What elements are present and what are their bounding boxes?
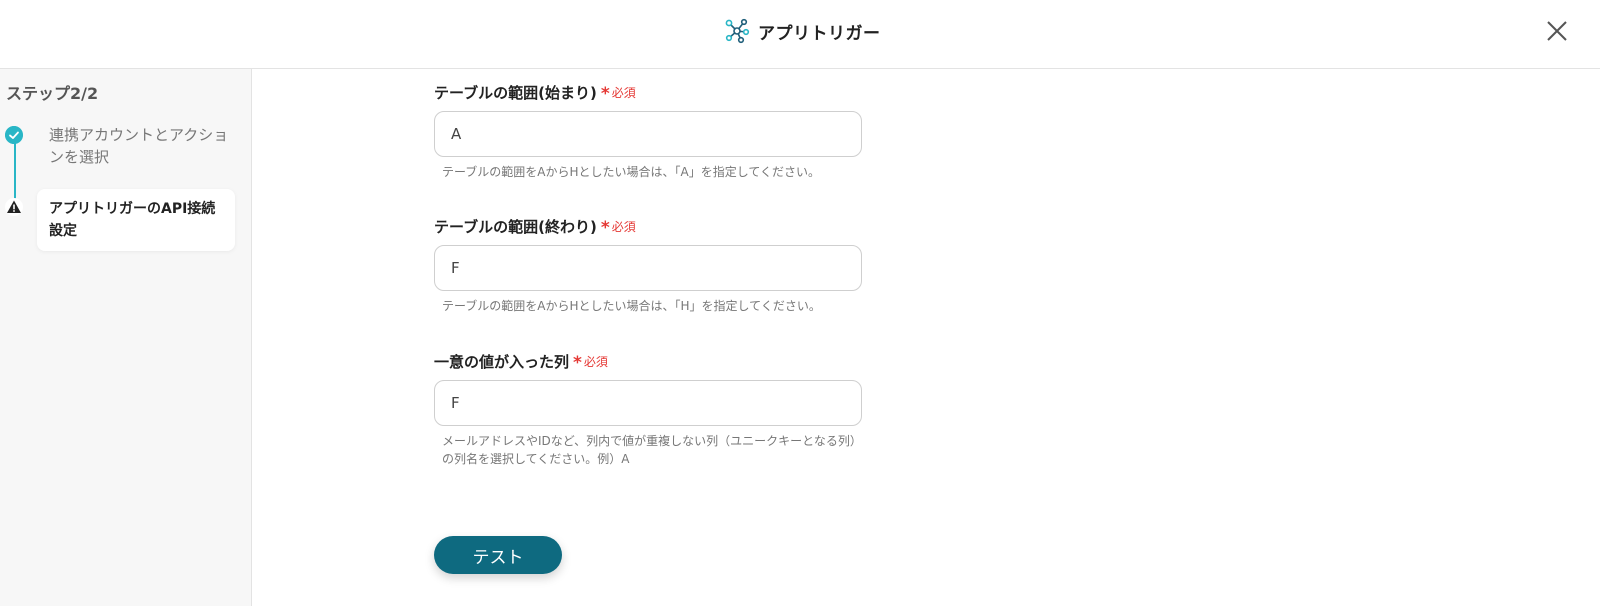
field-unique-column: 一意の値が入った列 * 必須 メールアドレスやIDなど、列内で値が重複しない列（… bbox=[434, 350, 864, 468]
required-label: 必須 bbox=[583, 354, 608, 369]
field-help-text: テーブルの範囲をAからHとしたい場合は、「H」を指定してください。 bbox=[442, 299, 821, 313]
step-sidebar: ステップ2/2 連携アカウントとアクションを選択 アプリトリガーのAPI接続設定 bbox=[0, 69, 252, 606]
field-label: 一意の値が入った列 bbox=[434, 352, 570, 371]
test-button[interactable]: テスト bbox=[434, 536, 562, 574]
field-help-text: メールアドレスやIDなど、列内で値が重複しない列（ユニークキーとなる列）の列名を… bbox=[442, 434, 862, 466]
required-label: 必須 bbox=[611, 219, 636, 234]
required-asterisk: * bbox=[600, 218, 610, 238]
step-connector-line bbox=[14, 135, 16, 203]
sidebar-step-label: アプリトリガーのAPI接続設定 bbox=[49, 201, 216, 239]
unique-column-input[interactable] bbox=[434, 380, 862, 426]
header-title-group: アプリトリガー bbox=[724, 17, 881, 45]
required-label: 必須 bbox=[611, 85, 636, 100]
step-counter: ステップ2/2 bbox=[6, 84, 99, 103]
field-label: テーブルの範囲(始まり) bbox=[434, 83, 597, 102]
table-range-end-input[interactable] bbox=[434, 245, 862, 291]
close-icon[interactable] bbox=[1544, 18, 1570, 44]
modal-header: アプリトリガー bbox=[0, 0, 1600, 69]
required-asterisk: * bbox=[573, 353, 582, 373]
field-label-row: 一意の値が入った列 * 必須 bbox=[434, 350, 864, 374]
field-label: テーブルの範囲(終わり) bbox=[434, 217, 597, 236]
field-table-range-end: テーブルの範囲(終わり) * 必須 テーブルの範囲をAからHとしたい場合は、「H… bbox=[434, 215, 864, 315]
field-label-row: テーブルの範囲(始まり) * 必須 bbox=[434, 81, 864, 105]
check-circle-icon bbox=[5, 126, 23, 144]
required-asterisk: * bbox=[600, 84, 610, 104]
network-nodes-icon bbox=[725, 18, 750, 44]
page-title: アプリトリガー bbox=[758, 23, 881, 44]
sidebar-step-select-account[interactable]: 連携アカウントとアクションを選択 bbox=[49, 124, 229, 168]
field-table-range-start: テーブルの範囲(始まり) * 必須 テーブルの範囲をAからHとしたい場合は、「A… bbox=[434, 81, 864, 181]
field-label-row: テーブルの範囲(終わり) * 必須 bbox=[434, 215, 864, 239]
sidebar-step-api-settings[interactable]: アプリトリガーのAPI接続設定 bbox=[37, 189, 235, 251]
table-range-start-input[interactable] bbox=[434, 111, 862, 157]
warning-icon bbox=[5, 198, 23, 216]
field-help-text: テーブルの範囲をAからHとしたい場合は、「A」を指定してください。 bbox=[442, 165, 821, 179]
